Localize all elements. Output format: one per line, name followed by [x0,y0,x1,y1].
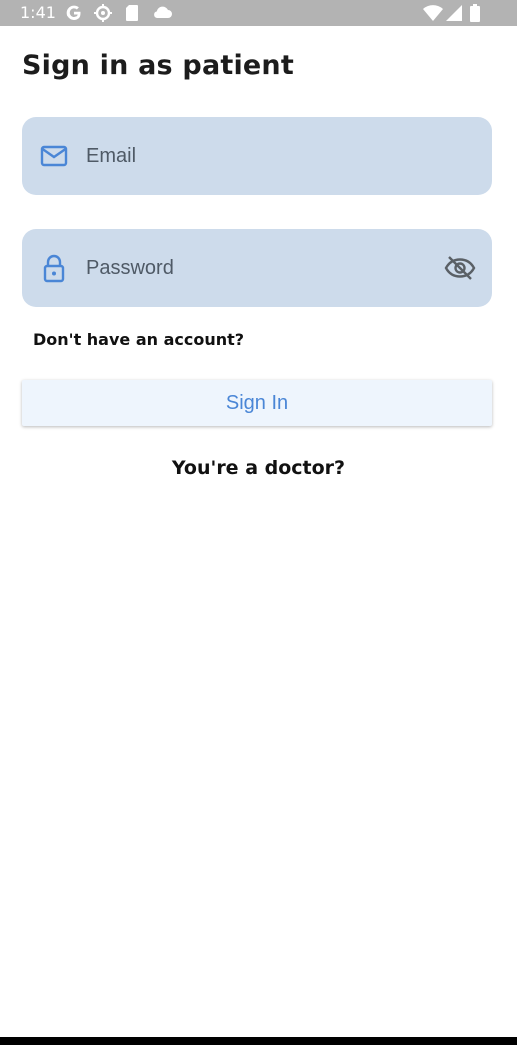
email-input[interactable] [86,136,426,176]
eye-off-icon[interactable] [444,254,476,282]
sd-card-icon [126,5,138,21]
email-field[interactable] [22,117,492,195]
wifi-icon [423,5,443,21]
navigation-bar [0,1037,517,1045]
settings-icon [94,4,112,22]
status-time: 1:41 [20,3,56,22]
password-input[interactable] [86,248,426,288]
page-title: Sign in as patient [22,50,294,81]
cloud-icon [154,6,172,18]
battery-icon [470,4,480,22]
lock-icon [43,254,65,283]
google-icon [66,5,81,20]
password-field[interactable] [22,229,492,307]
status-bar: 1:41 [0,0,517,26]
sign-in-button[interactable]: Sign In [22,380,492,426]
mail-icon [40,145,68,167]
signup-link[interactable]: Don't have an account? [33,330,244,350]
doctor-link[interactable]: You're a doctor? [0,456,517,480]
signal-icon [446,5,462,21]
